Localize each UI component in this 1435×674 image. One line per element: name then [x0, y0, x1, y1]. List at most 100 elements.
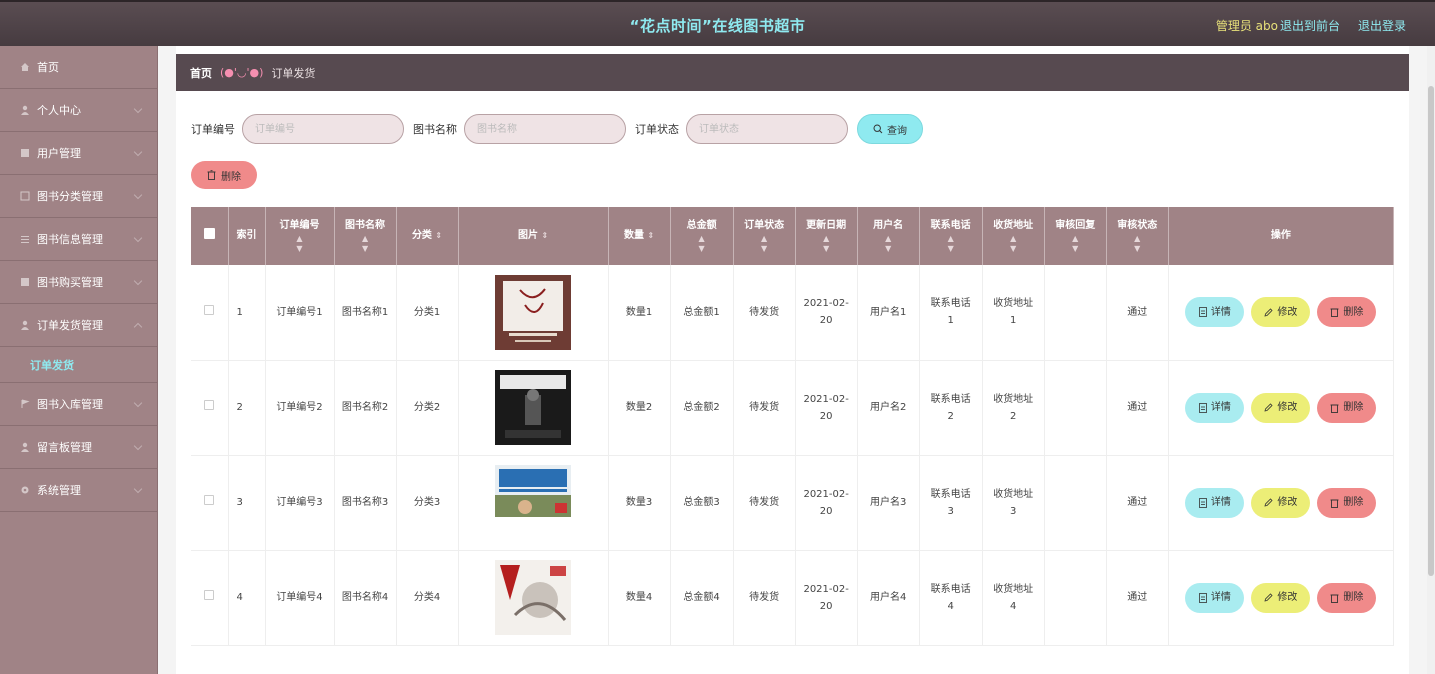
header-quantity[interactable]: 数量 ⇕: [608, 207, 671, 265]
sort-icon[interactable]: ⇕: [541, 231, 548, 240]
sidebar-item-book-category[interactable]: 图书分类管理: [0, 175, 157, 218]
delete-button[interactable]: 删除: [191, 161, 257, 189]
sort-icon[interactable]: ▲ ▼: [1107, 234, 1168, 254]
sort-icon[interactable]: ▲ ▼: [671, 234, 733, 254]
back-to-front-link[interactable]: 退出到前台: [1280, 17, 1340, 34]
sidebar-item-home[interactable]: 首页: [0, 46, 157, 89]
header-total[interactable]: 总金额 ▲ ▼: [670, 207, 734, 265]
sort-icon[interactable]: ▲ ▼: [734, 234, 795, 254]
sidebar-item-message-board[interactable]: 留言板管理: [0, 426, 157, 469]
header-actions: 操作: [1168, 207, 1395, 265]
row-delete-button[interactable]: 删除: [1317, 392, 1377, 423]
row-checkbox-cell[interactable]: [191, 360, 229, 456]
edit-button[interactable]: 修改: [1251, 297, 1311, 328]
sidebar-item-users[interactable]: 用户管理: [0, 132, 157, 175]
edit-button[interactable]: 修改: [1251, 487, 1311, 518]
query-button-label: 查询: [887, 125, 907, 137]
header-audit-status[interactable]: 审核状态 ▲ ▼: [1106, 207, 1169, 265]
row-checkbox-cell[interactable]: [191, 455, 229, 551]
sidebar-subitem-order-shipping[interactable]: 订单发货: [0, 347, 157, 383]
sort-icon[interactable]: ⇕: [435, 231, 442, 240]
header-image[interactable]: 图片 ⇕: [458, 207, 609, 265]
edit-button[interactable]: 修改: [1251, 392, 1311, 423]
sidebar-item-book-purchase[interactable]: 图书购买管理: [0, 261, 157, 304]
sort-icon[interactable]: ▲ ▼: [796, 234, 857, 254]
cell-actions: 详情 修改 删除: [1168, 550, 1395, 646]
document-icon: [1198, 497, 1207, 508]
sidebar-item-system[interactable]: 系统管理: [0, 469, 157, 512]
detail-button[interactable]: 详情: [1185, 392, 1245, 423]
header-book-name[interactable]: 图书名称 ▲ ▼: [334, 207, 397, 265]
query-button[interactable]: 查询: [857, 114, 923, 144]
row-checkbox[interactable]: [204, 590, 215, 600]
sort-icon[interactable]: ▲ ▼: [335, 234, 396, 254]
detail-button[interactable]: 详情: [1185, 582, 1245, 613]
book-cover-image[interactable]: [495, 274, 572, 350]
detail-button[interactable]: 详情: [1185, 487, 1245, 518]
pencil-icon: [1264, 593, 1273, 602]
edit-button[interactable]: 修改: [1251, 582, 1311, 613]
cell-date: 2021-02-20: [795, 360, 858, 456]
trash-icon: [1330, 308, 1339, 318]
header-update-date[interactable]: 更新日期 ▲ ▼: [795, 207, 858, 265]
row-delete-button[interactable]: 删除: [1317, 487, 1377, 518]
cell-order-no: 订单编号2: [265, 360, 335, 456]
header-category[interactable]: 分类 ⇕: [396, 207, 459, 265]
book-cover-image[interactable]: [495, 370, 572, 445]
detail-button-label: 详情: [1210, 497, 1231, 508]
flag-icon: [21, 399, 30, 408]
header-audit-reply[interactable]: 审核回复 ▲ ▼: [1044, 207, 1107, 265]
cell-order-no: 订单编号1: [265, 265, 335, 361]
logout-link[interactable]: 退出登录: [1358, 17, 1406, 34]
row-checkbox-cell[interactable]: [191, 550, 229, 646]
sort-icon[interactable]: ▲ ▼: [266, 234, 334, 254]
row-delete-button[interactable]: 删除: [1317, 297, 1377, 328]
sidebar-item-profile[interactable]: 个人中心: [0, 89, 157, 132]
scrollbar-thumb[interactable]: [1428, 86, 1434, 576]
book-name-input[interactable]: [464, 114, 626, 144]
cell-book-name: 图书名称1: [334, 265, 397, 361]
sidebar-item-book-info[interactable]: 图书信息管理: [0, 218, 157, 261]
sort-icon[interactable]: ▲ ▼: [1045, 234, 1106, 254]
sidebar-item-book-stock[interactable]: 图书入库管理: [0, 383, 157, 426]
header-address[interactable]: 收货地址 ▲ ▼: [982, 207, 1045, 265]
row-checkbox[interactable]: [204, 495, 215, 505]
trash-icon: [1330, 499, 1339, 508]
book-cover-image[interactable]: [495, 560, 572, 635]
row-delete-button-label: 删除: [1343, 306, 1364, 318]
sort-icon[interactable]: ▲ ▼: [920, 234, 982, 254]
user-icon: [21, 442, 29, 452]
edit-button-label: 修改: [1277, 592, 1298, 603]
book-cover-image[interactable]: [495, 465, 572, 540]
document-icon: [1198, 592, 1207, 603]
edit-button-label: 修改: [1277, 306, 1298, 318]
page-scrollbar[interactable]: [1427, 46, 1435, 674]
cell-total: 总金额3: [670, 455, 734, 551]
select-all-checkbox[interactable]: [203, 227, 215, 239]
row-checkbox[interactable]: [204, 304, 215, 315]
row-checkbox-cell[interactable]: [191, 265, 229, 361]
row-checkbox[interactable]: [204, 400, 215, 410]
detail-button[interactable]: 详情: [1185, 297, 1245, 328]
sort-icon[interactable]: ▲ ▼: [858, 234, 919, 254]
header-order-no[interactable]: 订单编号 ▲ ▼: [265, 207, 335, 265]
order-status-input[interactable]: [686, 114, 848, 144]
list-icon: [21, 236, 29, 243]
chevron-down-icon: [133, 147, 143, 157]
trash-icon: [207, 170, 216, 180]
chevron-down-icon: [133, 276, 143, 286]
header-order-status[interactable]: 订单状态 ▲ ▼: [733, 207, 796, 265]
header-username[interactable]: 用户名 ▲ ▼: [857, 207, 920, 265]
cell-phone: 联系电话1: [919, 265, 983, 361]
detail-button-label: 详情: [1210, 306, 1231, 318]
sort-icon[interactable]: ⇕: [647, 231, 654, 240]
header-select-all[interactable]: [191, 207, 229, 265]
header-phone[interactable]: 联系电话 ▲ ▼: [919, 207, 983, 265]
row-delete-button[interactable]: 删除: [1317, 582, 1377, 613]
breadcrumb-home[interactable]: 首页: [190, 65, 212, 81]
sidebar-item-order-shipping[interactable]: 订单发货管理: [0, 304, 157, 347]
table-row: 2 订单编号2 图书名称2 分类2 数量2 总金额2 待发货 2021-02-20 用户名2 联系…: [191, 360, 1395, 456]
cell-address: 收货地址2: [982, 360, 1045, 456]
sort-icon[interactable]: ▲ ▼: [983, 234, 1044, 254]
order-no-input[interactable]: [242, 114, 404, 144]
